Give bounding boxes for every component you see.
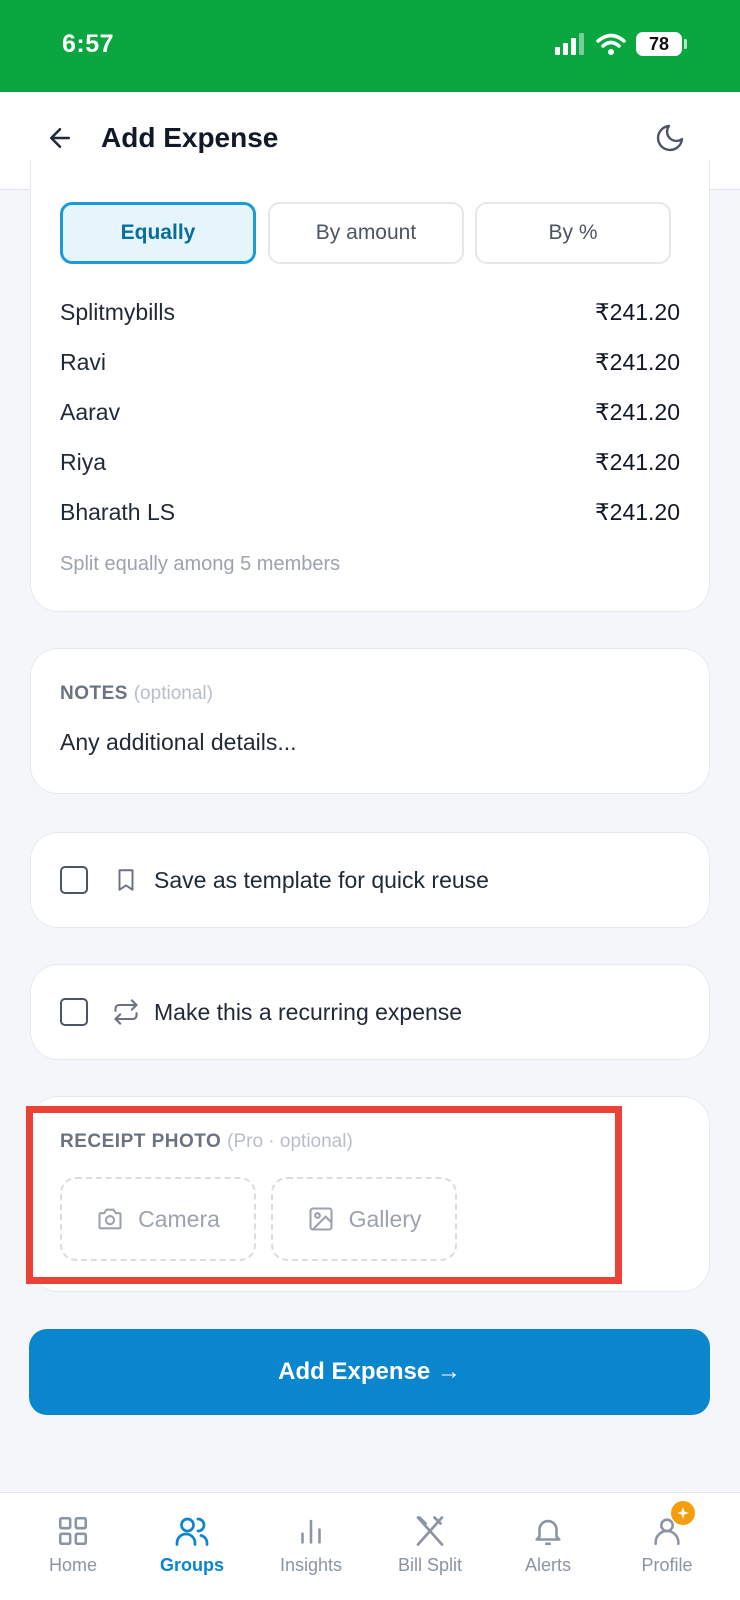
notes-label-text: NOTES xyxy=(60,683,128,704)
recurring-checkbox[interactable] xyxy=(60,998,88,1026)
add-expense-button[interactable]: Add Expense → xyxy=(29,1329,710,1415)
wifi-icon xyxy=(596,33,626,55)
notes-card[interactable]: NOTES (optional) Any additional details.… xyxy=(30,648,710,794)
image-icon xyxy=(309,1207,333,1231)
gallery-label: Gallery xyxy=(348,1205,422,1232)
tab-label: Bill Split xyxy=(397,1555,463,1575)
split-member-row: Aarav ₹241.20 xyxy=(60,397,680,427)
camera-icon xyxy=(98,1208,122,1230)
member-amount: ₹241.20 xyxy=(595,348,680,375)
member-amount: ₹241.20 xyxy=(595,298,680,325)
tab-label: Alerts xyxy=(524,1555,571,1575)
page-title: Add Expense xyxy=(101,122,279,153)
split-member-row: Bharath LS ₹241.20 xyxy=(60,497,680,527)
status-time: 6:57 xyxy=(62,30,115,58)
battery-indicator: 78 xyxy=(636,32,687,56)
member-name: Splitmybills xyxy=(60,298,176,325)
bar-chart-icon xyxy=(291,1511,331,1551)
member-name: Aarav xyxy=(60,398,121,425)
bottom-tab-bar: Home Groups Insights Bill Split Alerts P… xyxy=(0,1492,740,1600)
status-bar: 6:57 78 xyxy=(0,0,740,92)
notes-label: NOTES (optional) xyxy=(60,683,213,705)
back-button[interactable] xyxy=(40,118,80,158)
receipt-photo-label: RECEIPT PHOTO (Pro · optional) xyxy=(60,1131,353,1153)
tab-bill-split[interactable]: Bill Split xyxy=(370,1493,490,1600)
moon-icon xyxy=(656,124,684,152)
status-icons: 78 xyxy=(554,32,687,56)
save-template-option[interactable]: Save as template for quick reuse xyxy=(30,832,710,928)
grid-icon xyxy=(53,1511,93,1551)
battery-level: 78 xyxy=(648,34,670,54)
theme-toggle-button[interactable] xyxy=(650,118,690,158)
recurring-label: Make this a recurring expense xyxy=(154,998,463,1025)
notes-optional-hint: (optional) xyxy=(133,683,213,704)
utensils-icon xyxy=(410,1511,450,1551)
split-summary: Split equally among 5 members xyxy=(60,553,341,575)
tab-home[interactable]: Home xyxy=(13,1493,133,1600)
receipt-optional-hint: (Pro · optional) xyxy=(227,1131,353,1152)
user-icon xyxy=(647,1501,695,1551)
split-card: Equally By amount By % Splitmybills ₹241… xyxy=(30,160,710,612)
tab-profile[interactable]: Profile xyxy=(607,1493,727,1600)
tab-alerts[interactable]: Alerts xyxy=(488,1493,608,1600)
arrow-left-icon xyxy=(50,128,70,148)
receipt-label-text: RECEIPT PHOTO xyxy=(60,1131,222,1152)
member-name: Riya xyxy=(60,448,107,475)
camera-button[interactable]: Camera xyxy=(60,1177,256,1261)
bookmark-icon xyxy=(111,865,141,895)
tab-insights[interactable]: Insights xyxy=(251,1493,371,1600)
split-member-row: Ravi ₹241.20 xyxy=(60,347,680,377)
split-mode-equally[interactable]: Equally xyxy=(60,202,256,264)
receipt-photo-card: RECEIPT PHOTO (Pro · optional) Camera Ga… xyxy=(30,1096,710,1292)
gallery-button[interactable]: Gallery xyxy=(271,1177,457,1261)
users-icon xyxy=(172,1511,212,1551)
tab-label: Home xyxy=(48,1555,97,1575)
split-mode-by-amount[interactable]: By amount xyxy=(268,202,464,264)
save-template-label: Save as template for quick reuse xyxy=(154,866,489,893)
notes-input[interactable]: Any additional details... xyxy=(60,729,297,756)
sparkle-icon xyxy=(671,1501,695,1525)
member-amount: ₹241.20 xyxy=(595,398,680,425)
repeat-icon xyxy=(111,997,141,1027)
camera-label: Camera xyxy=(138,1205,220,1232)
member-name: Bharath LS xyxy=(60,498,176,525)
tab-label: Insights xyxy=(279,1555,343,1575)
tab-groups[interactable]: Groups xyxy=(132,1493,252,1600)
split-member-row: Splitmybills ₹241.20 xyxy=(60,297,680,327)
recurring-option[interactable]: Make this a recurring expense xyxy=(30,964,710,1060)
bell-icon xyxy=(528,1511,568,1551)
member-name: Ravi xyxy=(60,348,107,375)
member-amount: ₹241.20 xyxy=(595,448,680,475)
save-template-checkbox[interactable] xyxy=(60,866,88,894)
tab-label: Profile xyxy=(641,1555,693,1575)
split-mode-by-percent[interactable]: By % xyxy=(475,202,671,264)
tab-label: Groups xyxy=(159,1555,224,1575)
member-amount: ₹241.20 xyxy=(595,498,680,525)
signal-icon xyxy=(555,33,584,55)
split-member-row: Riya ₹241.20 xyxy=(60,447,680,477)
